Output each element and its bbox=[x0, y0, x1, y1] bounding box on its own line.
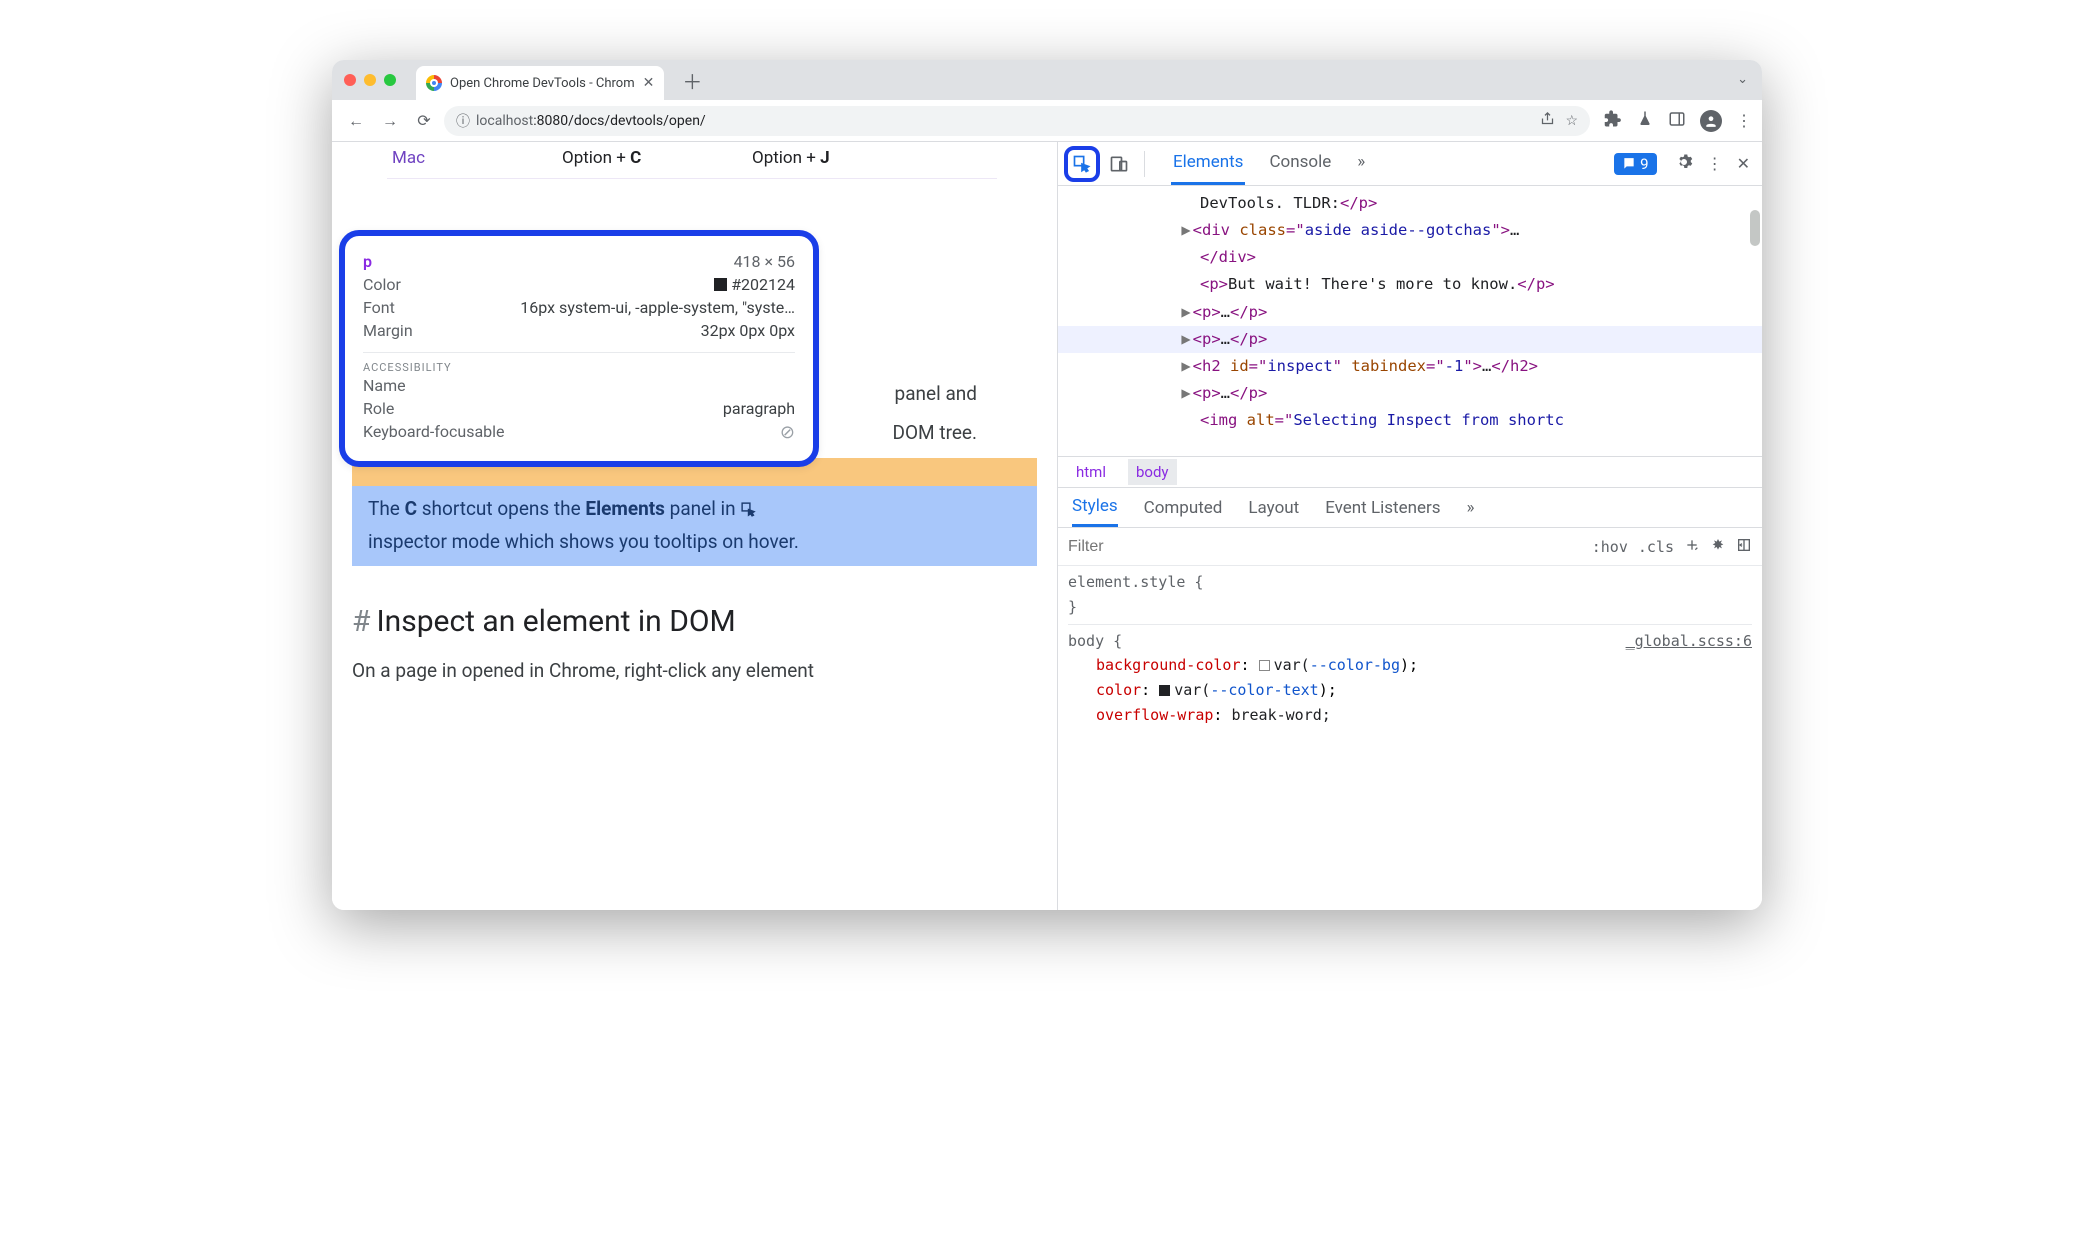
selected-dom-node[interactable]: ▶<p>…</p> bbox=[1058, 326, 1762, 353]
browser-tabbar: Open Chrome DevTools - Chrom ✕ ＋ ⌄ bbox=[332, 60, 1762, 100]
reload-button[interactable]: ⟳ bbox=[410, 107, 438, 135]
computed-tab[interactable]: Computed bbox=[1144, 490, 1223, 526]
body-paragraph: On a page in opened in Chrome, right-cli… bbox=[352, 659, 1037, 682]
scrollbar-thumb[interactable] bbox=[1750, 210, 1760, 246]
section-heading: #Inspect an element in DOM bbox=[352, 604, 1037, 639]
back-button[interactable]: ← bbox=[342, 107, 370, 135]
devtools-panel: Elements Console » 9 ⋮ ✕ DevTools. TLDR:… bbox=[1057, 142, 1762, 910]
tab-title: Open Chrome DevTools - Chrom bbox=[450, 76, 635, 91]
close-devtools-button[interactable]: ✕ bbox=[1737, 154, 1750, 173]
inspect-inline-icon bbox=[740, 497, 757, 527]
profile-button[interactable] bbox=[1700, 110, 1722, 132]
extensions-icon[interactable] bbox=[1604, 110, 1622, 132]
computed-sidebar-icon[interactable] bbox=[1736, 537, 1752, 557]
styles-filter-input[interactable] bbox=[1068, 538, 1582, 556]
inspect-mode-button[interactable] bbox=[1064, 146, 1100, 182]
sidepanel-icon[interactable] bbox=[1668, 110, 1686, 132]
device-toolbar-button[interactable] bbox=[1104, 149, 1134, 179]
color-swatch-icon[interactable] bbox=[1259, 660, 1270, 671]
more-styles-tabs-button[interactable]: » bbox=[1467, 490, 1475, 526]
share-icon[interactable] bbox=[1540, 111, 1555, 130]
dom-breadcrumbs: html body bbox=[1058, 456, 1762, 488]
elements-tab[interactable]: Elements bbox=[1171, 142, 1245, 185]
forward-button[interactable]: → bbox=[376, 107, 404, 135]
devtools-menu-button[interactable]: ⋮ bbox=[1707, 154, 1723, 173]
site-info-icon[interactable]: ⓘ bbox=[456, 111, 470, 131]
crumb-body[interactable]: body bbox=[1128, 459, 1177, 485]
chrome-favicon-icon bbox=[426, 75, 442, 91]
os-label-mac: Mac bbox=[392, 148, 562, 168]
address-bar[interactable]: ⓘ localhost:8080/docs/devtools/open/ ☆ bbox=[444, 106, 1590, 136]
element-highlight: The C shortcut opens the Elements panel … bbox=[352, 486, 1037, 566]
rendering-icon[interactable] bbox=[1710, 537, 1726, 557]
bookmark-icon[interactable]: ☆ bbox=[1565, 113, 1578, 129]
tooltip-tagname: p bbox=[363, 252, 372, 271]
inspector-tooltip: p 418 × 56 Color#202124 Font16px system-… bbox=[339, 230, 819, 467]
close-window-button[interactable] bbox=[344, 74, 356, 86]
new-style-rule-button[interactable] bbox=[1684, 537, 1700, 557]
stylesheet-source-link[interactable]: _global.scss:6 bbox=[1626, 629, 1752, 654]
console-tab[interactable]: Console bbox=[1267, 142, 1333, 185]
browser-tab[interactable]: Open Chrome DevTools - Chrom ✕ bbox=[416, 66, 664, 100]
crumb-html[interactable]: html bbox=[1068, 459, 1114, 485]
chrome-menu-button[interactable]: ⋮ bbox=[1736, 111, 1752, 130]
hov-toggle[interactable]: :hov bbox=[1592, 538, 1628, 556]
event-listeners-tab[interactable]: Event Listeners bbox=[1325, 490, 1440, 526]
dom-tree[interactable]: DevTools. TLDR:</p> ▶<div class="aside a… bbox=[1058, 186, 1762, 456]
settings-icon[interactable] bbox=[1675, 153, 1693, 175]
more-tabs-button[interactable]: » bbox=[1355, 142, 1367, 185]
maximize-window-button[interactable] bbox=[384, 74, 396, 86]
cls-toggle[interactable]: .cls bbox=[1638, 538, 1674, 556]
minimize-window-button[interactable] bbox=[364, 74, 376, 86]
color-swatch-icon bbox=[714, 278, 727, 291]
new-tab-button[interactable]: ＋ bbox=[682, 66, 702, 95]
tabs-menu-button[interactable]: ⌄ bbox=[1737, 72, 1748, 87]
url-path: :8080/docs/devtools/open/ bbox=[533, 113, 705, 129]
url-host: localhost bbox=[476, 113, 533, 129]
anchor-hash-icon[interactable]: # bbox=[352, 604, 370, 639]
tab-close-button[interactable]: ✕ bbox=[643, 75, 655, 91]
layout-tab[interactable]: Layout bbox=[1248, 490, 1299, 526]
labs-icon[interactable] bbox=[1636, 110, 1654, 132]
browser-toolbar: ← → ⟳ ⓘ localhost:8080/docs/devtools/ope… bbox=[332, 100, 1762, 142]
styles-pane[interactable]: element.style { } body { _global.scss:6 … bbox=[1058, 566, 1762, 910]
color-swatch-icon[interactable] bbox=[1159, 685, 1170, 696]
window-controls bbox=[344, 74, 396, 86]
tooltip-dimensions: 418 × 56 bbox=[734, 252, 795, 271]
not-focusable-icon: ⊘ bbox=[780, 422, 795, 443]
page-viewport: Mac Option + C Option + J p 418 × 56 Col… bbox=[332, 142, 1057, 910]
issues-badge[interactable]: 9 bbox=[1614, 153, 1656, 175]
styles-tab[interactable]: Styles bbox=[1072, 488, 1118, 527]
